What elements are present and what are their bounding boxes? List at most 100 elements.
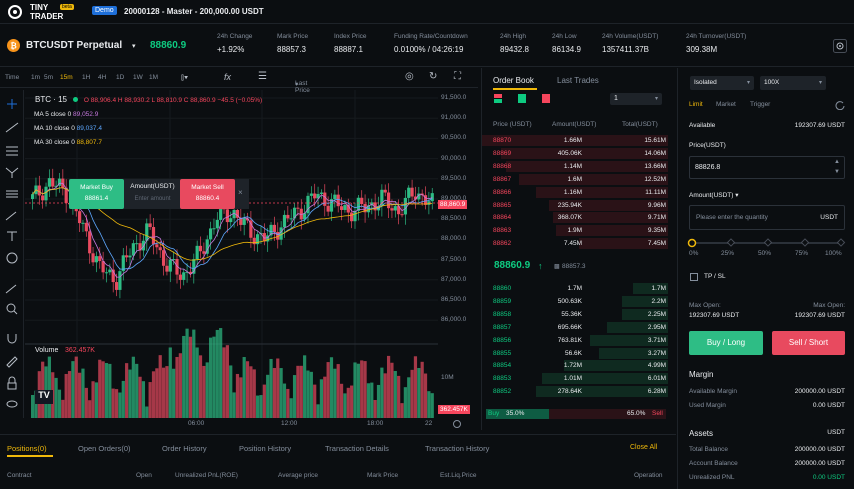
tab-limit[interactable]: Limit	[689, 101, 703, 108]
tpsl-checkbox[interactable]	[690, 273, 698, 281]
chart-type-icon[interactable]: ⫾▾	[181, 72, 188, 83]
market-sell-button[interactable]: Market Sell 88860.4	[180, 179, 235, 209]
magnet-icon[interactable]	[7, 334, 17, 344]
network-icon[interactable]	[5, 167, 19, 178]
lock-pen-icon[interactable]	[6, 356, 18, 368]
tab-market[interactable]: Market	[716, 101, 736, 108]
bid-row[interactable]: 88860 1.7M 1.7M	[482, 282, 668, 295]
stat-label: 24h Volume(USDT)	[602, 33, 659, 40]
bid-row[interactable]: 88859 500.63K 2.2M	[482, 295, 668, 308]
volume-bar	[346, 387, 350, 418]
brush-icon[interactable]	[5, 211, 17, 221]
interval-1m[interactable]: 1m	[31, 74, 40, 81]
tab-last-trades[interactable]: Last Trades	[557, 76, 599, 85]
bid-row[interactable]: 88855 56.6K 3.27M	[482, 347, 668, 360]
fib-icon[interactable]	[6, 190, 18, 198]
indicators-button[interactable]: fx	[224, 72, 231, 82]
ruler-icon[interactable]	[5, 284, 17, 294]
bid-row[interactable]: 88854 1.72M 4.99M	[482, 359, 668, 372]
quick-amount-input[interactable]: Enter amount	[125, 196, 180, 202]
symbol-selector[interactable]: BTCUSDT Perpetual	[26, 40, 122, 51]
tab-trigger[interactable]: Trigger	[750, 101, 770, 108]
bid-row[interactable]: 88852 278.64K 6.28M	[482, 385, 668, 398]
candle-body	[104, 272, 109, 274]
bid-row[interactable]: 88853 1.01M 6.01M	[482, 372, 668, 385]
bottom-tab-0[interactable]: Positions(0)	[7, 444, 47, 453]
volume-bar	[205, 362, 209, 418]
reload-icon[interactable]: ↻	[429, 71, 437, 82]
ask-row[interactable]: 88864 368.07K 9.71M	[482, 211, 668, 224]
bids-view-icon[interactable]	[518, 94, 526, 103]
ob-amount: 1.14M	[563, 162, 582, 170]
asks-view-icon[interactable]	[542, 94, 550, 103]
layout-menu-icon[interactable]: ☰	[258, 71, 267, 82]
ask-row[interactable]: 88869 405.06K 14.06M	[482, 147, 668, 160]
both-sides-view-icon[interactable]	[494, 94, 502, 103]
bid-row[interactable]: 88857 695.66K 2.95M	[482, 321, 668, 334]
ask-row[interactable]: 88866 1.16M 11.11M	[482, 186, 668, 199]
ask-row[interactable]: 88865 235.94K 9.96M	[482, 199, 668, 212]
account-selector[interactable]: 20000128 - Master - 200,000.00 USDT	[124, 7, 264, 16]
volume-bar	[71, 361, 75, 418]
interval-5m[interactable]: 5m	[44, 74, 53, 81]
ask-row[interactable]: 88870 1.66M 15.61M	[482, 134, 668, 147]
chevron-down-icon[interactable]: ▾	[132, 42, 136, 50]
amount-input[interactable]: Please enter the quantity USDT	[689, 205, 845, 230]
ob-price: 88862	[493, 240, 512, 248]
leverage-select[interactable]: 100X ▾	[760, 76, 826, 90]
ask-row[interactable]: 88863 1.9M 9.35M	[482, 224, 668, 237]
app-logo[interactable]: TINY TRADER beta	[6, 3, 76, 21]
bottom-tab-2[interactable]: Order History	[162, 444, 207, 453]
time-tick: 18:00	[367, 420, 384, 427]
chart-settings-icon[interactable]	[452, 419, 462, 429]
bottom-tab-3[interactable]: Position History	[239, 444, 291, 453]
zoom-icon[interactable]	[6, 303, 18, 315]
interval-4H[interactable]: 4H	[98, 74, 106, 81]
settings-icon[interactable]	[833, 39, 847, 53]
bottom-tab-5[interactable]: Transaction History	[425, 444, 489, 453]
bid-row[interactable]: 88856 763.81K 3.71M	[482, 334, 668, 347]
ask-row[interactable]: 88862 7.45M 7.45M	[482, 237, 668, 250]
ask-row[interactable]: 88867 1.6M 12.52M	[482, 173, 668, 186]
ob-amount: 56.6K	[565, 349, 582, 357]
crosshair-icon[interactable]	[7, 99, 17, 109]
bottom-tab-4[interactable]: Transaction Details	[325, 444, 389, 453]
candlestick-chart[interactable]: BTC · 15 O 88,906.4 H 88,930.2 L 88,810.…	[25, 90, 438, 418]
interval-1D[interactable]: 1D	[116, 74, 124, 81]
sell-short-button[interactable]: Sell / Short	[772, 331, 845, 355]
interval-Time[interactable]: Time	[5, 74, 19, 81]
trendline-icon[interactable]	[5, 122, 19, 133]
bottom-tab-1[interactable]: Open Orders(0)	[78, 444, 131, 453]
fullscreen-icon[interactable]: ⛶	[454, 71, 461, 82]
refresh-icon[interactable]	[835, 100, 845, 110]
slider-mark: 75%	[795, 250, 809, 257]
total-balance-value: 200000.00 USDT	[794, 446, 845, 453]
margin-mode-select[interactable]: Isolated ▾	[690, 76, 754, 90]
interval-1M[interactable]: 1M	[149, 74, 158, 81]
stepper-up-icon[interactable]: ▲	[834, 159, 840, 165]
amount-unit-select[interactable]: Amount(USDT) ▾	[689, 191, 739, 199]
price-input[interactable]: 88826.8 ▲ ▼	[689, 156, 845, 179]
interval-1W[interactable]: 1W	[133, 74, 143, 81]
precision-select[interactable]: 1 ▾	[610, 93, 662, 105]
buy-long-button[interactable]: Buy / Long	[689, 331, 763, 355]
close-icon[interactable]: ×	[238, 188, 243, 197]
lock-icon[interactable]	[7, 376, 17, 390]
text-icon[interactable]	[7, 231, 17, 241]
tab-order-book[interactable]: Order Book	[493, 76, 534, 85]
close-all-button[interactable]: Close All	[630, 444, 657, 451]
used-margin-label: Used Margin	[689, 402, 726, 409]
eye-icon[interactable]	[6, 400, 18, 408]
interval-1H[interactable]: 1H	[82, 74, 90, 81]
market-buy-button[interactable]: Market Buy 88861.4	[69, 179, 124, 209]
bid-row[interactable]: 88858 55.36K 2.25M	[482, 308, 668, 321]
emoji-icon[interactable]	[6, 252, 18, 264]
ob-price: 88870	[493, 137, 512, 144]
horizontal-lines-icon[interactable]	[6, 146, 18, 156]
stepper-down-icon[interactable]: ▼	[834, 169, 840, 175]
amount-slider[interactable]	[687, 238, 847, 248]
ask-row[interactable]: 88868 1.14M 13.66M	[482, 160, 668, 173]
volume-bar	[286, 388, 290, 418]
screenshot-icon[interactable]: ◎	[405, 71, 414, 82]
interval-15m[interactable]: 15m	[60, 74, 73, 81]
